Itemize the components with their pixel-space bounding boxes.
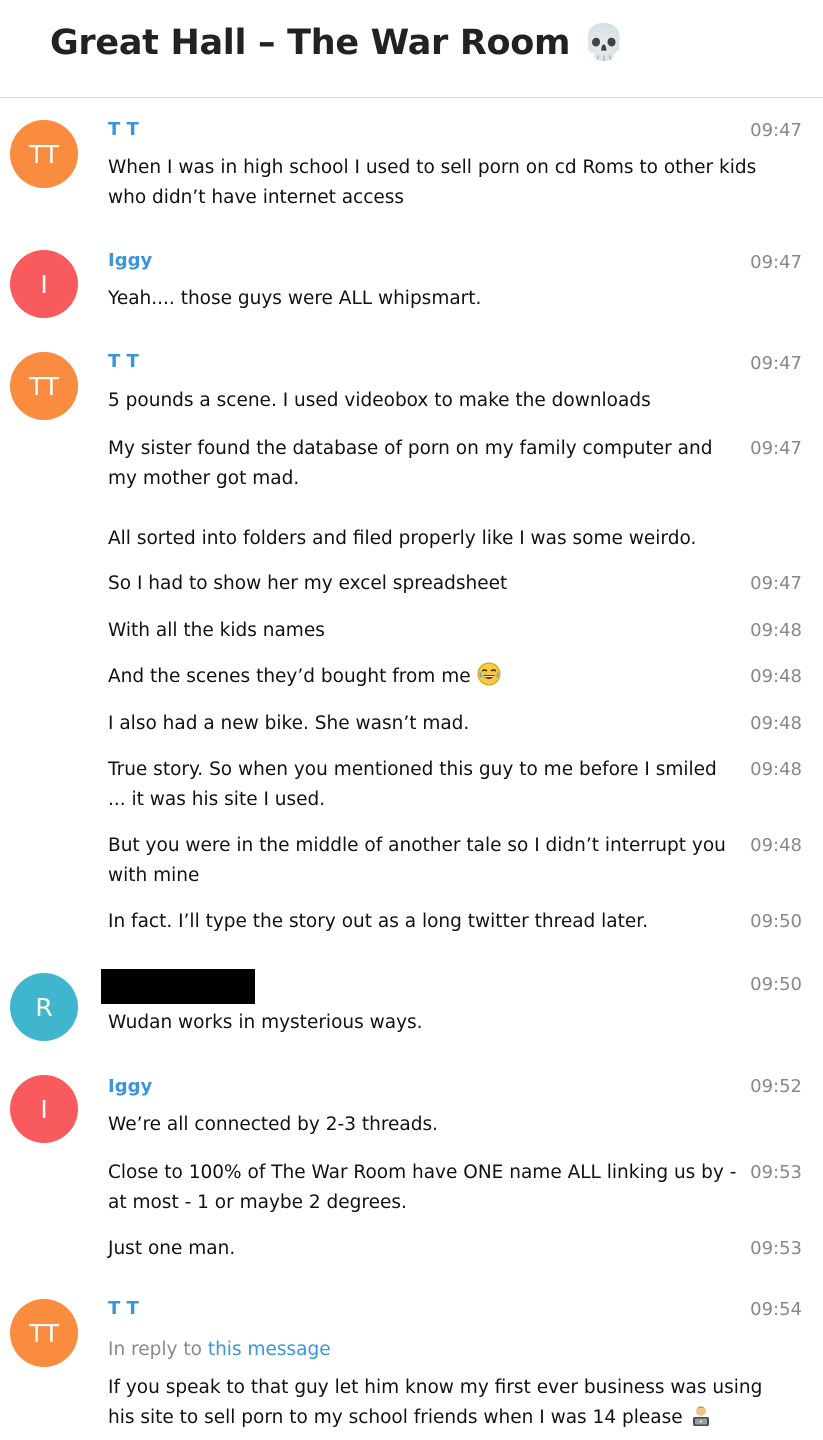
- message-text: I also had a new bike. She wasn’t mad.: [108, 713, 470, 734]
- message-text-with-emoji: If you speak to that guy let him know my…: [108, 1373, 788, 1437]
- avatar[interactable]: TT: [10, 352, 78, 420]
- message-time: 09:48: [750, 666, 802, 687]
- avatar[interactable]: I: [10, 250, 78, 318]
- author-name[interactable]: T T: [108, 351, 139, 372]
- message-time: 09:50: [750, 974, 802, 995]
- man-technologist-icon: [689, 1403, 713, 1437]
- laughing-face-icon: [477, 662, 501, 696]
- author-name[interactable]: T T: [108, 1298, 139, 1319]
- message-text: We’re all connected by 2-3 threads.: [108, 1114, 439, 1135]
- message-time: 09:48: [750, 835, 802, 856]
- message-text-with-emoji: And the scenes they’d bought from me: [108, 662, 738, 696]
- message-time: 09:53: [750, 1238, 802, 1259]
- message-time: 09:48: [750, 713, 802, 734]
- avatar[interactable]: TT: [10, 120, 78, 188]
- message-time: 09:48: [750, 620, 802, 641]
- message-text: In fact. I’ll type the story out as a lo…: [108, 911, 649, 932]
- message-time: 09:52: [750, 1076, 802, 1097]
- message-text: When I was in high school I used to sell…: [108, 157, 757, 208]
- message-time: 09:47: [750, 120, 802, 141]
- message-text: So I had to show her my excel spreadshee…: [108, 573, 508, 594]
- message-text: Wudan works in mysterious ways.: [108, 1012, 423, 1033]
- reply-prefix: In reply to: [108, 1339, 202, 1360]
- author-name[interactable]: T T: [108, 119, 139, 140]
- avatar[interactable]: TT: [10, 1299, 78, 1367]
- redacted-author-name: [101, 969, 255, 1004]
- message-text: All sorted into folders and filed proper…: [108, 528, 697, 549]
- message-text: 5 pounds a scene. I used videobox to mak…: [108, 390, 651, 411]
- chat-header: Great Hall – The War Room 💀: [0, 0, 823, 98]
- message-text: With all the kids names: [108, 620, 325, 641]
- message-text: Just one man.: [108, 1238, 236, 1259]
- avatar[interactable]: R: [10, 973, 78, 1041]
- message-time: 09:47: [750, 438, 802, 459]
- message-time: 09:50: [750, 911, 802, 932]
- message-text: True story. So when you mentioned this g…: [108, 759, 717, 810]
- message-text: And the scenes they’d bought from me: [108, 666, 471, 687]
- message-time: 09:47: [750, 573, 802, 594]
- message-time: 09:53: [750, 1162, 802, 1183]
- message-text: If you speak to that guy let him know my…: [108, 1377, 763, 1428]
- message-text: My sister found the database of porn on …: [108, 438, 713, 489]
- message-text: Yeah.... those guys were ALL whipsmart.: [108, 288, 482, 309]
- author-name[interactable]: Iggy: [108, 1076, 152, 1097]
- chat-title: Great Hall – The War Room 💀: [50, 23, 626, 63]
- message-time: 09:47: [750, 353, 802, 374]
- message-time: 09:47: [750, 252, 802, 273]
- message-text: Close to 100% of The War Room have ONE n…: [108, 1162, 737, 1213]
- author-name[interactable]: Iggy: [108, 250, 152, 271]
- message-time: 09:54: [750, 1299, 802, 1320]
- reply-link[interactable]: this message: [208, 1339, 331, 1360]
- reply-reference: In reply to this message: [108, 1335, 331, 1365]
- message-time: 09:48: [750, 759, 802, 780]
- avatar[interactable]: I: [10, 1075, 78, 1143]
- message-text: But you were in the middle of another ta…: [108, 835, 726, 886]
